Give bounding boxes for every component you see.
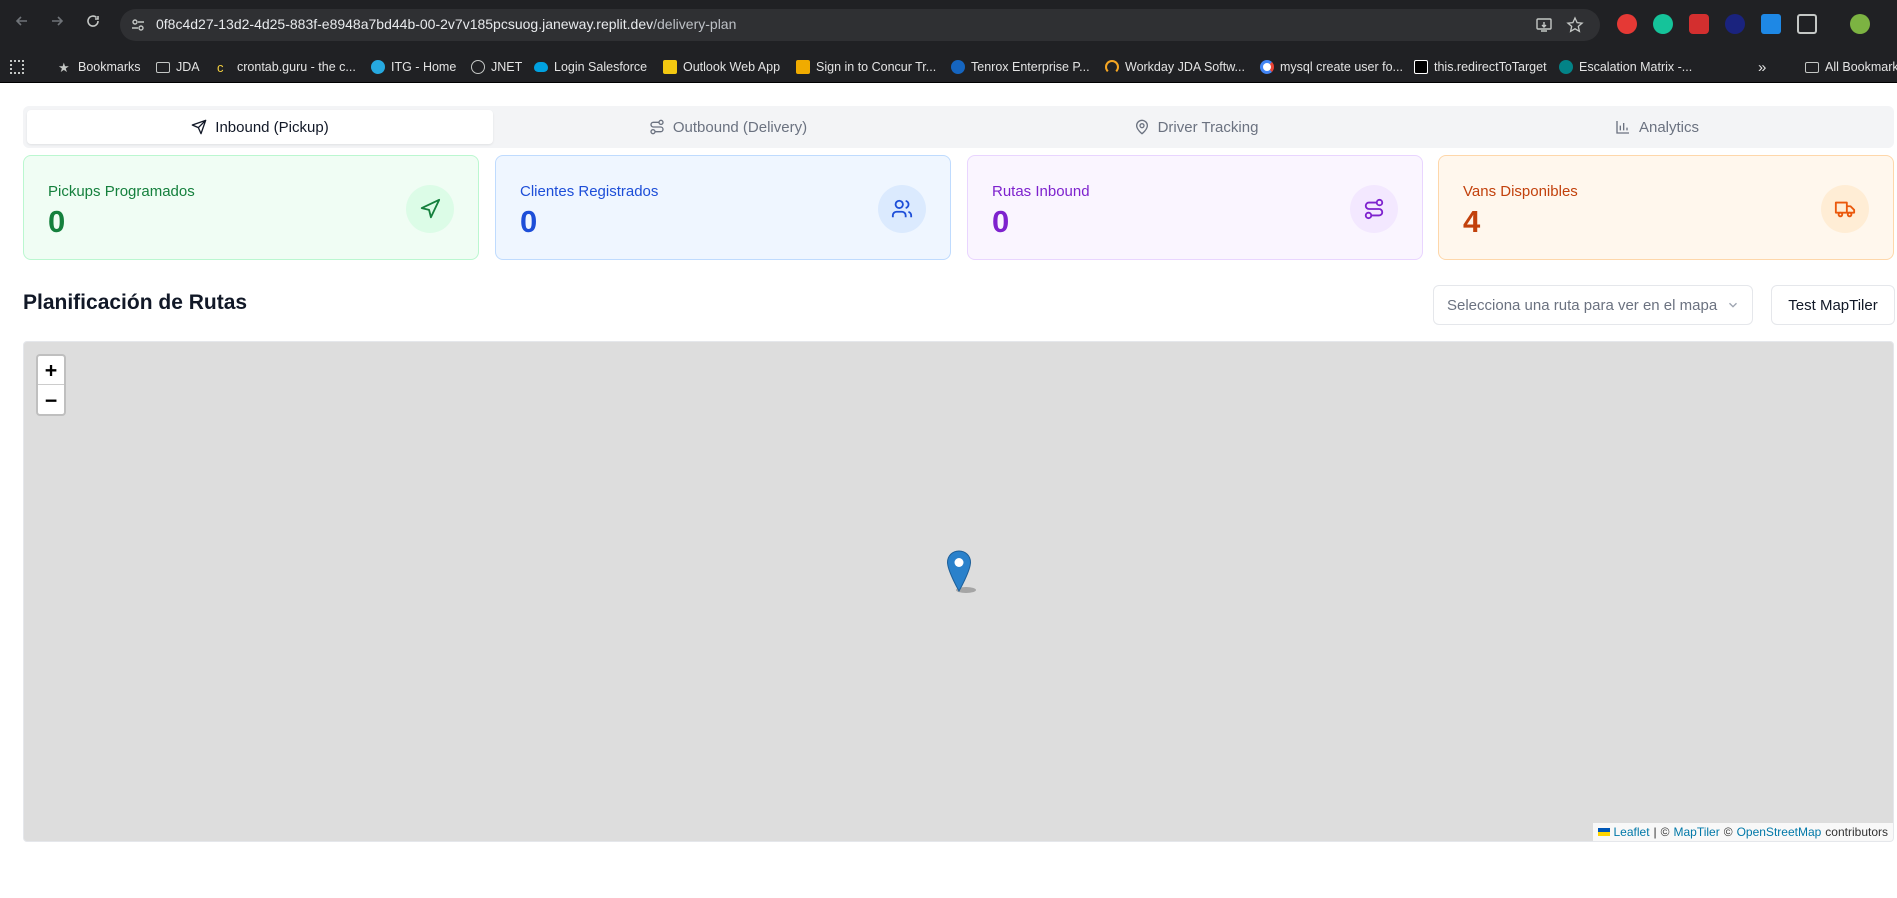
copyright-symbol: © xyxy=(1660,825,1670,839)
address-bar[interactable]: 0f8c4d27-13d2-4d25-883f-e8948a7bd44b-00-… xyxy=(120,9,1600,41)
bookmarks-bar: ★ Bookmarks JDA c crontab.guru - the c... … xyxy=(0,50,1897,83)
extension-dark-icon[interactable] xyxy=(1725,14,1745,34)
medium-icon xyxy=(1414,60,1428,74)
send-icon xyxy=(191,119,207,135)
install-app-icon[interactable] xyxy=(1535,16,1553,34)
bookmark-item[interactable]: Sign in to Concur Tr... xyxy=(796,58,936,76)
chevron-down-icon xyxy=(1729,302,1737,308)
reload-icon[interactable] xyxy=(83,13,103,33)
bookmark-item[interactable]: ITG - Home xyxy=(371,58,456,76)
bookmark-item[interactable]: ★ Bookmarks xyxy=(58,58,141,76)
leaflet-link[interactable]: Leaflet xyxy=(1614,825,1650,839)
bookmark-item[interactable]: this.redirectToTarget xyxy=(1414,58,1547,76)
adblock-icon[interactable] xyxy=(1617,14,1637,34)
all-bookmarks-button[interactable]: All Bookmarks xyxy=(1805,58,1897,76)
stat-value: 0 xyxy=(992,204,1010,239)
bookmark-item[interactable]: mysql create user fo... xyxy=(1260,58,1403,76)
browser-toolbar: 0f8c4d27-13d2-4d25-883f-e8948a7bd44b-00-… xyxy=(0,0,1897,50)
folder-icon xyxy=(156,61,170,73)
map-pin-icon xyxy=(1135,119,1148,135)
tab-analytics[interactable]: Analytics xyxy=(1424,110,1890,144)
salesforce-icon xyxy=(534,62,548,72)
map-marker-icon[interactable] xyxy=(946,550,976,594)
route-select[interactable]: Selecciona una ruta para ver en el mapa xyxy=(1433,285,1753,325)
stat-label: Vans Disponibles xyxy=(1463,183,1578,200)
crontab-icon: c xyxy=(217,60,224,75)
concur-icon xyxy=(796,60,810,74)
grammarly-icon[interactable] xyxy=(1653,14,1673,34)
tab-label: Inbound (Pickup) xyxy=(215,118,329,136)
page-title: Planificación de Rutas xyxy=(23,291,248,314)
bookmark-item[interactable]: Login Salesforce xyxy=(534,58,647,76)
contributors-text: contributors xyxy=(1825,825,1888,839)
stat-value: 4 xyxy=(1463,204,1481,239)
extension-red-icon[interactable] xyxy=(1689,14,1709,34)
tab-label: Driver Tracking xyxy=(1157,118,1259,136)
stat-card-clients: Clientes Registrados 0 xyxy=(495,155,951,260)
zoom-out-button[interactable]: − xyxy=(38,385,64,414)
forward-icon[interactable] xyxy=(47,13,67,33)
bookmark-item[interactable]: Workday JDA Softw... xyxy=(1105,58,1245,76)
stat-card-pickups: Pickups Programados 0 xyxy=(23,155,479,260)
tab-outbound[interactable]: Outbound (Delivery) xyxy=(495,110,961,144)
route-icon xyxy=(1350,185,1398,233)
tab-label: Outbound (Delivery) xyxy=(672,118,808,136)
globe-icon xyxy=(471,60,485,74)
extensions-puzzle-icon[interactable] xyxy=(1797,14,1817,34)
ukraine-flag-icon xyxy=(1597,828,1610,836)
send-icon xyxy=(406,185,454,233)
bookmark-item[interactable]: JNET xyxy=(471,58,522,76)
tab-label: Analytics xyxy=(1638,118,1700,136)
folder-icon xyxy=(1805,61,1819,73)
download-icon[interactable] xyxy=(1761,14,1781,34)
stat-card-vans: Vans Disponibles 4 xyxy=(1438,155,1894,260)
url-text[interactable]: 0f8c4d27-13d2-4d25-883f-e8948a7bd44b-00-… xyxy=(156,16,736,32)
stat-label: Rutas Inbound xyxy=(992,183,1090,200)
stat-card-routes: Rutas Inbound 0 xyxy=(967,155,1423,260)
bookmark-item[interactable]: Escalation Matrix -... xyxy=(1559,58,1692,76)
bookmark-item[interactable]: Outlook Web App xyxy=(663,58,780,76)
star-icon: ★ xyxy=(58,60,70,75)
map-attribution: Leaflet | © MapTiler © OpenStreetMap con… xyxy=(1592,823,1893,841)
tenrox-icon xyxy=(951,60,965,74)
itg-icon xyxy=(371,60,385,74)
sharepoint-icon xyxy=(1559,60,1573,74)
route-icon xyxy=(650,119,664,135)
stat-value: 0 xyxy=(520,204,538,239)
route-map[interactable]: + − Leaflet | © MapTiler © OpenStreetMap… xyxy=(23,341,1894,842)
stat-value: 0 xyxy=(48,204,66,239)
bar-chart-icon xyxy=(1616,121,1629,134)
users-icon xyxy=(878,185,926,233)
tab-inbound[interactable]: Inbound (Pickup) xyxy=(27,110,493,144)
zoom-control: + − xyxy=(36,354,66,416)
route-select-placeholder: Selecciona una ruta para ver en el mapa xyxy=(1447,297,1718,314)
zoom-in-button[interactable]: + xyxy=(38,356,64,385)
site-settings-icon[interactable] xyxy=(130,17,146,33)
bookmark-item[interactable]: Tenrox Enterprise P... xyxy=(951,58,1090,76)
bookmark-item[interactable]: c crontab.guru - the c... xyxy=(217,58,356,76)
tab-driver-tracking[interactable]: Driver Tracking xyxy=(963,110,1429,144)
bookmark-item[interactable]: JDA xyxy=(156,58,200,76)
bookmark-star-icon[interactable] xyxy=(1566,16,1584,34)
back-icon[interactable] xyxy=(12,13,32,33)
stat-label: Pickups Programados xyxy=(48,183,195,200)
test-maptiler-button[interactable]: Test MapTiler xyxy=(1771,285,1895,325)
attribution-separator: | xyxy=(1653,825,1657,839)
copyright-symbol: © xyxy=(1723,825,1733,839)
outlook-icon xyxy=(663,60,677,74)
maptiler-link[interactable]: MapTiler xyxy=(1674,825,1720,839)
apps-grid-icon[interactable] xyxy=(10,58,24,76)
bookmarks-overflow-button[interactable]: » xyxy=(1758,58,1766,76)
openstreetmap-link[interactable]: OpenStreetMap xyxy=(1737,825,1822,839)
tab-list: Inbound (Pickup) Outbound (Delivery) Dri… xyxy=(23,106,1894,148)
stat-label: Clientes Registrados xyxy=(520,183,659,200)
truck-icon xyxy=(1821,185,1869,233)
profile-avatar[interactable] xyxy=(1850,14,1870,34)
workday-icon xyxy=(1105,60,1119,74)
google-icon xyxy=(1260,60,1274,74)
